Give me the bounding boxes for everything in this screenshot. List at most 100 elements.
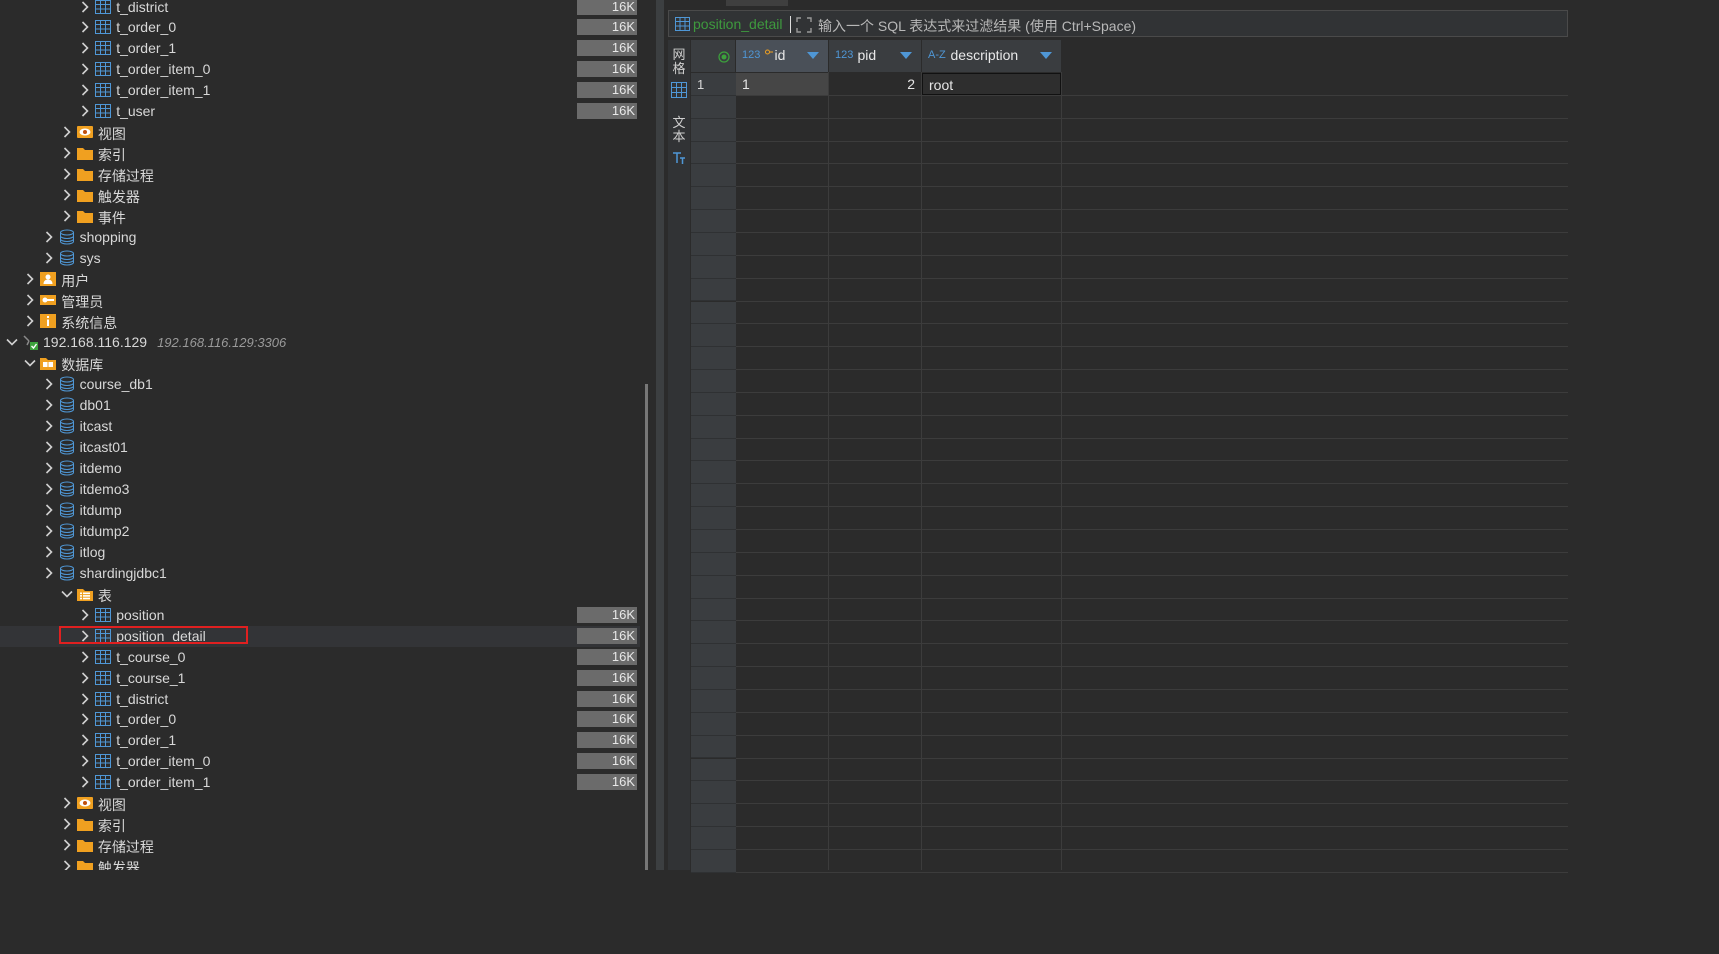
row-number[interactable] bbox=[691, 758, 736, 782]
column-header-id[interactable]: 123 id bbox=[736, 40, 828, 72]
tree-node[interactable]: position_detail 16K bbox=[0, 625, 640, 647]
grid-icon[interactable] bbox=[671, 82, 687, 98]
tree-node[interactable]: shopping bbox=[0, 227, 640, 248]
tree-node[interactable]: t_user 16K bbox=[0, 101, 640, 122]
row-number[interactable] bbox=[691, 735, 736, 759]
row-number[interactable] bbox=[691, 849, 736, 873]
chevron-right-icon[interactable] bbox=[42, 524, 56, 538]
tree-node[interactable]: 索引 bbox=[0, 814, 640, 835]
tree-node[interactable]: t_district 16K bbox=[0, 0, 640, 18]
row-number[interactable] bbox=[691, 210, 736, 233]
row-number[interactable] bbox=[691, 712, 736, 736]
tree-node[interactable]: 视图 bbox=[0, 793, 640, 814]
chevron-right-icon[interactable] bbox=[60, 838, 74, 852]
chevron-right-icon[interactable] bbox=[42, 398, 56, 412]
row-number[interactable] bbox=[691, 278, 736, 302]
row-number[interactable] bbox=[691, 781, 736, 805]
chevron-right-icon[interactable] bbox=[78, 692, 92, 706]
tree-node[interactable]: itdump bbox=[0, 500, 640, 521]
tree-node[interactable]: t_course_0 16K bbox=[0, 647, 640, 668]
tree-node[interactable]: 事件 bbox=[0, 206, 640, 227]
row-number[interactable] bbox=[691, 689, 736, 713]
chevron-right-icon[interactable] bbox=[42, 482, 56, 496]
tree-node[interactable]: 索引 bbox=[0, 143, 640, 164]
row-number[interactable] bbox=[691, 507, 736, 530]
tree-node[interactable]: 数据库 bbox=[0, 353, 640, 374]
tree-node[interactable]: 视图 bbox=[0, 122, 640, 143]
cell-pid[interactable]: 2 bbox=[829, 73, 921, 95]
row-number[interactable] bbox=[691, 484, 736, 508]
chevron-right-icon[interactable] bbox=[60, 859, 74, 870]
chevron-right-icon[interactable] bbox=[42, 419, 56, 433]
chevron-right-icon[interactable] bbox=[60, 817, 74, 831]
tree-node[interactable]: 系统信息 bbox=[0, 311, 640, 332]
tree-node[interactable]: t_order_0 16K bbox=[0, 709, 640, 730]
row-number[interactable] bbox=[691, 415, 736, 439]
row-number[interactable] bbox=[691, 370, 736, 393]
column-filter-dropdown-icon[interactable] bbox=[1039, 48, 1053, 62]
chevron-right-icon[interactable] bbox=[42, 377, 56, 391]
chevron-down-icon[interactable] bbox=[5, 335, 19, 349]
chevron-right-icon[interactable] bbox=[42, 440, 56, 454]
chevron-right-icon[interactable] bbox=[78, 629, 92, 643]
tree-node[interactable]: position 16K bbox=[0, 605, 640, 626]
row-number[interactable]: 1 bbox=[691, 73, 736, 96]
chevron-right-icon[interactable] bbox=[42, 230, 56, 244]
row-number[interactable] bbox=[691, 621, 736, 645]
chevron-right-icon[interactable] bbox=[78, 712, 92, 726]
chevron-right-icon[interactable] bbox=[78, 20, 92, 34]
tree-node[interactable]: 192.168.116.129 192.168.116.129:3306 bbox=[0, 332, 640, 353]
row-number[interactable] bbox=[691, 598, 736, 622]
chevron-right-icon[interactable] bbox=[60, 188, 74, 202]
row-number[interactable] bbox=[691, 667, 736, 690]
row-number[interactable] bbox=[691, 118, 736, 142]
tree-node[interactable]: db01 bbox=[0, 395, 640, 416]
row-number[interactable] bbox=[691, 255, 736, 279]
filter-input[interactable]: 输入一个 SQL 表达式来过滤结果 (使用 Ctrl+Space) bbox=[818, 16, 1136, 36]
chevron-right-icon[interactable] bbox=[60, 146, 74, 160]
row-number[interactable] bbox=[691, 827, 736, 850]
tree-node[interactable]: itdump2 bbox=[0, 521, 640, 542]
column-filter-dropdown-icon[interactable] bbox=[899, 48, 913, 62]
chevron-down-icon[interactable] bbox=[23, 356, 37, 370]
chevron-right-icon[interactable] bbox=[78, 104, 92, 118]
filter-bar[interactable]: position_detail 输入一个 SQL 表达式来过滤结果 (使用 Ct… bbox=[668, 10, 1568, 37]
editor-tab[interactable] bbox=[726, 0, 788, 6]
tree-node[interactable]: t_course_1 16K bbox=[0, 668, 640, 689]
tree-scrollbar[interactable] bbox=[645, 384, 648, 870]
tree-node[interactable]: itlog bbox=[0, 542, 640, 563]
row-number[interactable] bbox=[691, 804, 736, 828]
text-view-icon[interactable] bbox=[671, 150, 687, 166]
tree-node[interactable]: t_district 16K bbox=[0, 689, 640, 710]
tree-node[interactable]: t_order_1 16K bbox=[0, 730, 640, 751]
row-number[interactable] bbox=[691, 552, 736, 576]
tree-node[interactable]: itdemo3 bbox=[0, 479, 640, 500]
chevron-right-icon[interactable] bbox=[23, 293, 37, 307]
chevron-right-icon[interactable] bbox=[42, 566, 56, 580]
row-number[interactable] bbox=[691, 575, 736, 599]
row-number[interactable] bbox=[691, 232, 736, 256]
chevron-right-icon[interactable] bbox=[23, 314, 37, 328]
tree-node[interactable]: 用户 bbox=[0, 269, 640, 290]
chevron-right-icon[interactable] bbox=[78, 671, 92, 685]
row-number[interactable] bbox=[691, 392, 736, 416]
tree-node[interactable]: itdemo bbox=[0, 458, 640, 479]
row-number[interactable] bbox=[691, 530, 736, 553]
tree-node[interactable]: t_order_item_1 16K bbox=[0, 80, 640, 101]
tree-node[interactable]: 触发器 bbox=[0, 185, 640, 206]
row-number[interactable] bbox=[691, 438, 736, 462]
tree-node[interactable]: t_order_item_0 16K bbox=[0, 59, 640, 80]
tab-grid[interactable]: 网格 bbox=[671, 48, 687, 76]
row-number[interactable] bbox=[691, 187, 736, 211]
chevron-right-icon[interactable] bbox=[78, 650, 92, 664]
tree-node[interactable]: itcast bbox=[0, 416, 640, 437]
tree-node[interactable]: itcast01 bbox=[0, 437, 640, 458]
row-number[interactable] bbox=[691, 164, 736, 188]
tree-node[interactable]: t_order_item_0 16K bbox=[0, 751, 640, 772]
chevron-right-icon[interactable] bbox=[78, 775, 92, 789]
tree-node[interactable]: course_db1 bbox=[0, 374, 640, 395]
row-number[interactable] bbox=[691, 324, 736, 348]
chevron-right-icon[interactable] bbox=[42, 251, 56, 265]
chevron-right-icon[interactable] bbox=[60, 209, 74, 223]
column-header-pid[interactable]: 123 pid bbox=[829, 40, 921, 72]
